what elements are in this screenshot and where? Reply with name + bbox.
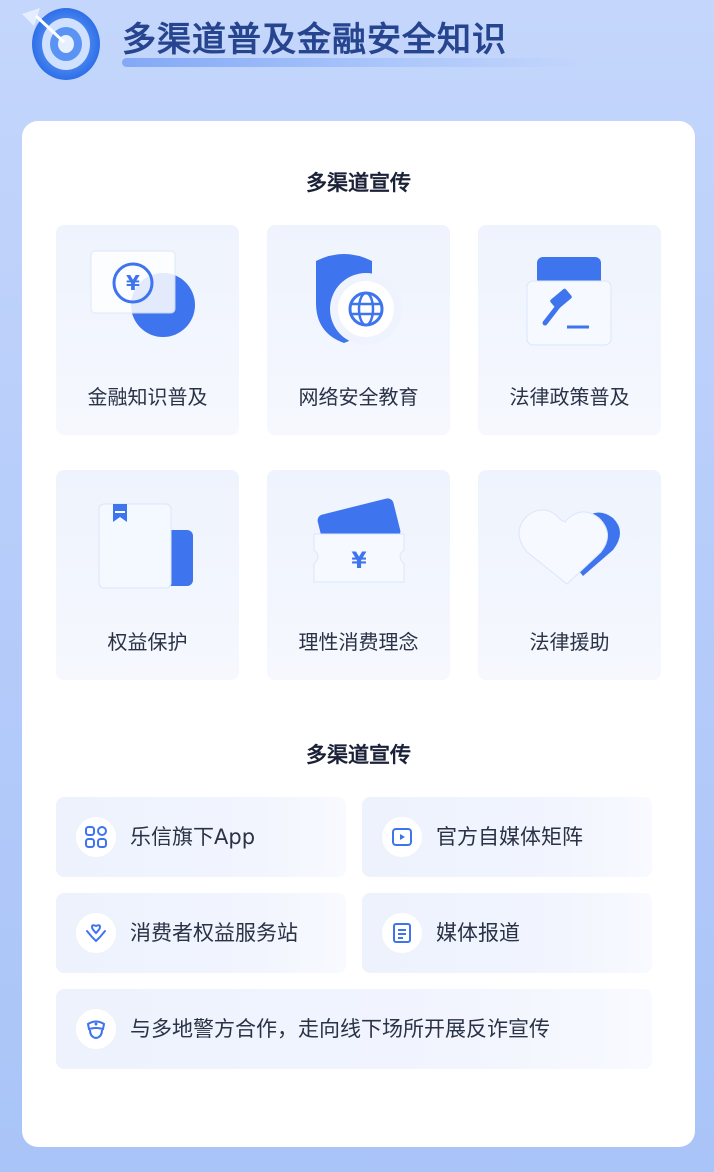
book-bookmark-icon bbox=[98, 503, 193, 589]
tile-label: 网络安全教育 bbox=[298, 385, 419, 409]
tile-legal-aid[interactable]: 法律援助 bbox=[478, 470, 661, 680]
police-badge-icon bbox=[76, 1009, 116, 1049]
tile-label: 法律援助 bbox=[529, 630, 610, 654]
channel-label: 官方自媒体矩阵 bbox=[436, 825, 583, 849]
svg-text:¥: ¥ bbox=[126, 271, 140, 295]
channel-label: 乐信旗下App bbox=[130, 825, 256, 849]
tile-label: 理性消费理念 bbox=[298, 630, 419, 654]
svg-text:¥: ¥ bbox=[351, 549, 367, 574]
channel-item-police-cooperation[interactable]: 与多地警方合作，走向线下场所开展反诈宣传 bbox=[56, 989, 652, 1069]
tile-rational-consumption[interactable]: ¥ 理性消费理念 bbox=[267, 470, 450, 680]
page-header: 多渠道普及金融安全知识 bbox=[0, 0, 714, 110]
tile-label: 权益保护 bbox=[107, 630, 188, 654]
target-logo-icon bbox=[22, 8, 100, 80]
hand-heart-icon bbox=[76, 913, 116, 953]
heart-icon bbox=[518, 509, 620, 585]
tile-network-security[interactable]: 网络安全教育 bbox=[267, 225, 450, 435]
page-title: 多渠道普及金融安全知识 bbox=[122, 20, 507, 60]
section-title-channels: 多渠道宣传 bbox=[306, 171, 411, 195]
channel-label: 消费者权益服务站 bbox=[130, 921, 298, 945]
video-play-icon bbox=[382, 817, 422, 857]
title-block: 多渠道普及金融安全知识 bbox=[122, 18, 582, 67]
channel-item-service-station[interactable]: 消费者权益服务站 bbox=[56, 893, 346, 973]
tile-rights-protection[interactable]: 权益保护 bbox=[56, 470, 239, 680]
tile-label: 法律政策普及 bbox=[509, 385, 630, 409]
section-title-channels-list: 多渠道宣传 bbox=[306, 743, 411, 767]
shield-globe-icon bbox=[316, 254, 402, 345]
apps-grid-icon bbox=[76, 817, 116, 857]
channel-label: 与多地警方合作，走向线下场所开展反诈宣传 bbox=[130, 1017, 550, 1041]
channel-item-self-media[interactable]: 官方自媒体矩阵 bbox=[362, 797, 652, 877]
tile-financial-knowledge[interactable]: ¥ 金融知识普及 bbox=[56, 225, 239, 435]
tile-law-policy[interactable]: 法律政策普及 bbox=[478, 225, 661, 435]
gavel-icon bbox=[526, 257, 612, 346]
channel-label: 媒体报道 bbox=[436, 921, 520, 945]
yuan-ticket-icon: ¥ bbox=[313, 498, 405, 583]
content-card: 多渠道宣传 ¥ 金融知识普及 网络安全教育 法律政策普及 权益保护 ¥ 理性消费… bbox=[22, 121, 695, 1147]
tile-label: 金融知识普及 bbox=[87, 385, 208, 409]
yuan-coin-icon: ¥ bbox=[90, 250, 195, 337]
channel-item-app[interactable]: 乐信旗下App bbox=[56, 797, 346, 877]
news-document-icon bbox=[382, 913, 422, 953]
channel-item-media-reports[interactable]: 媒体报道 bbox=[362, 893, 652, 973]
